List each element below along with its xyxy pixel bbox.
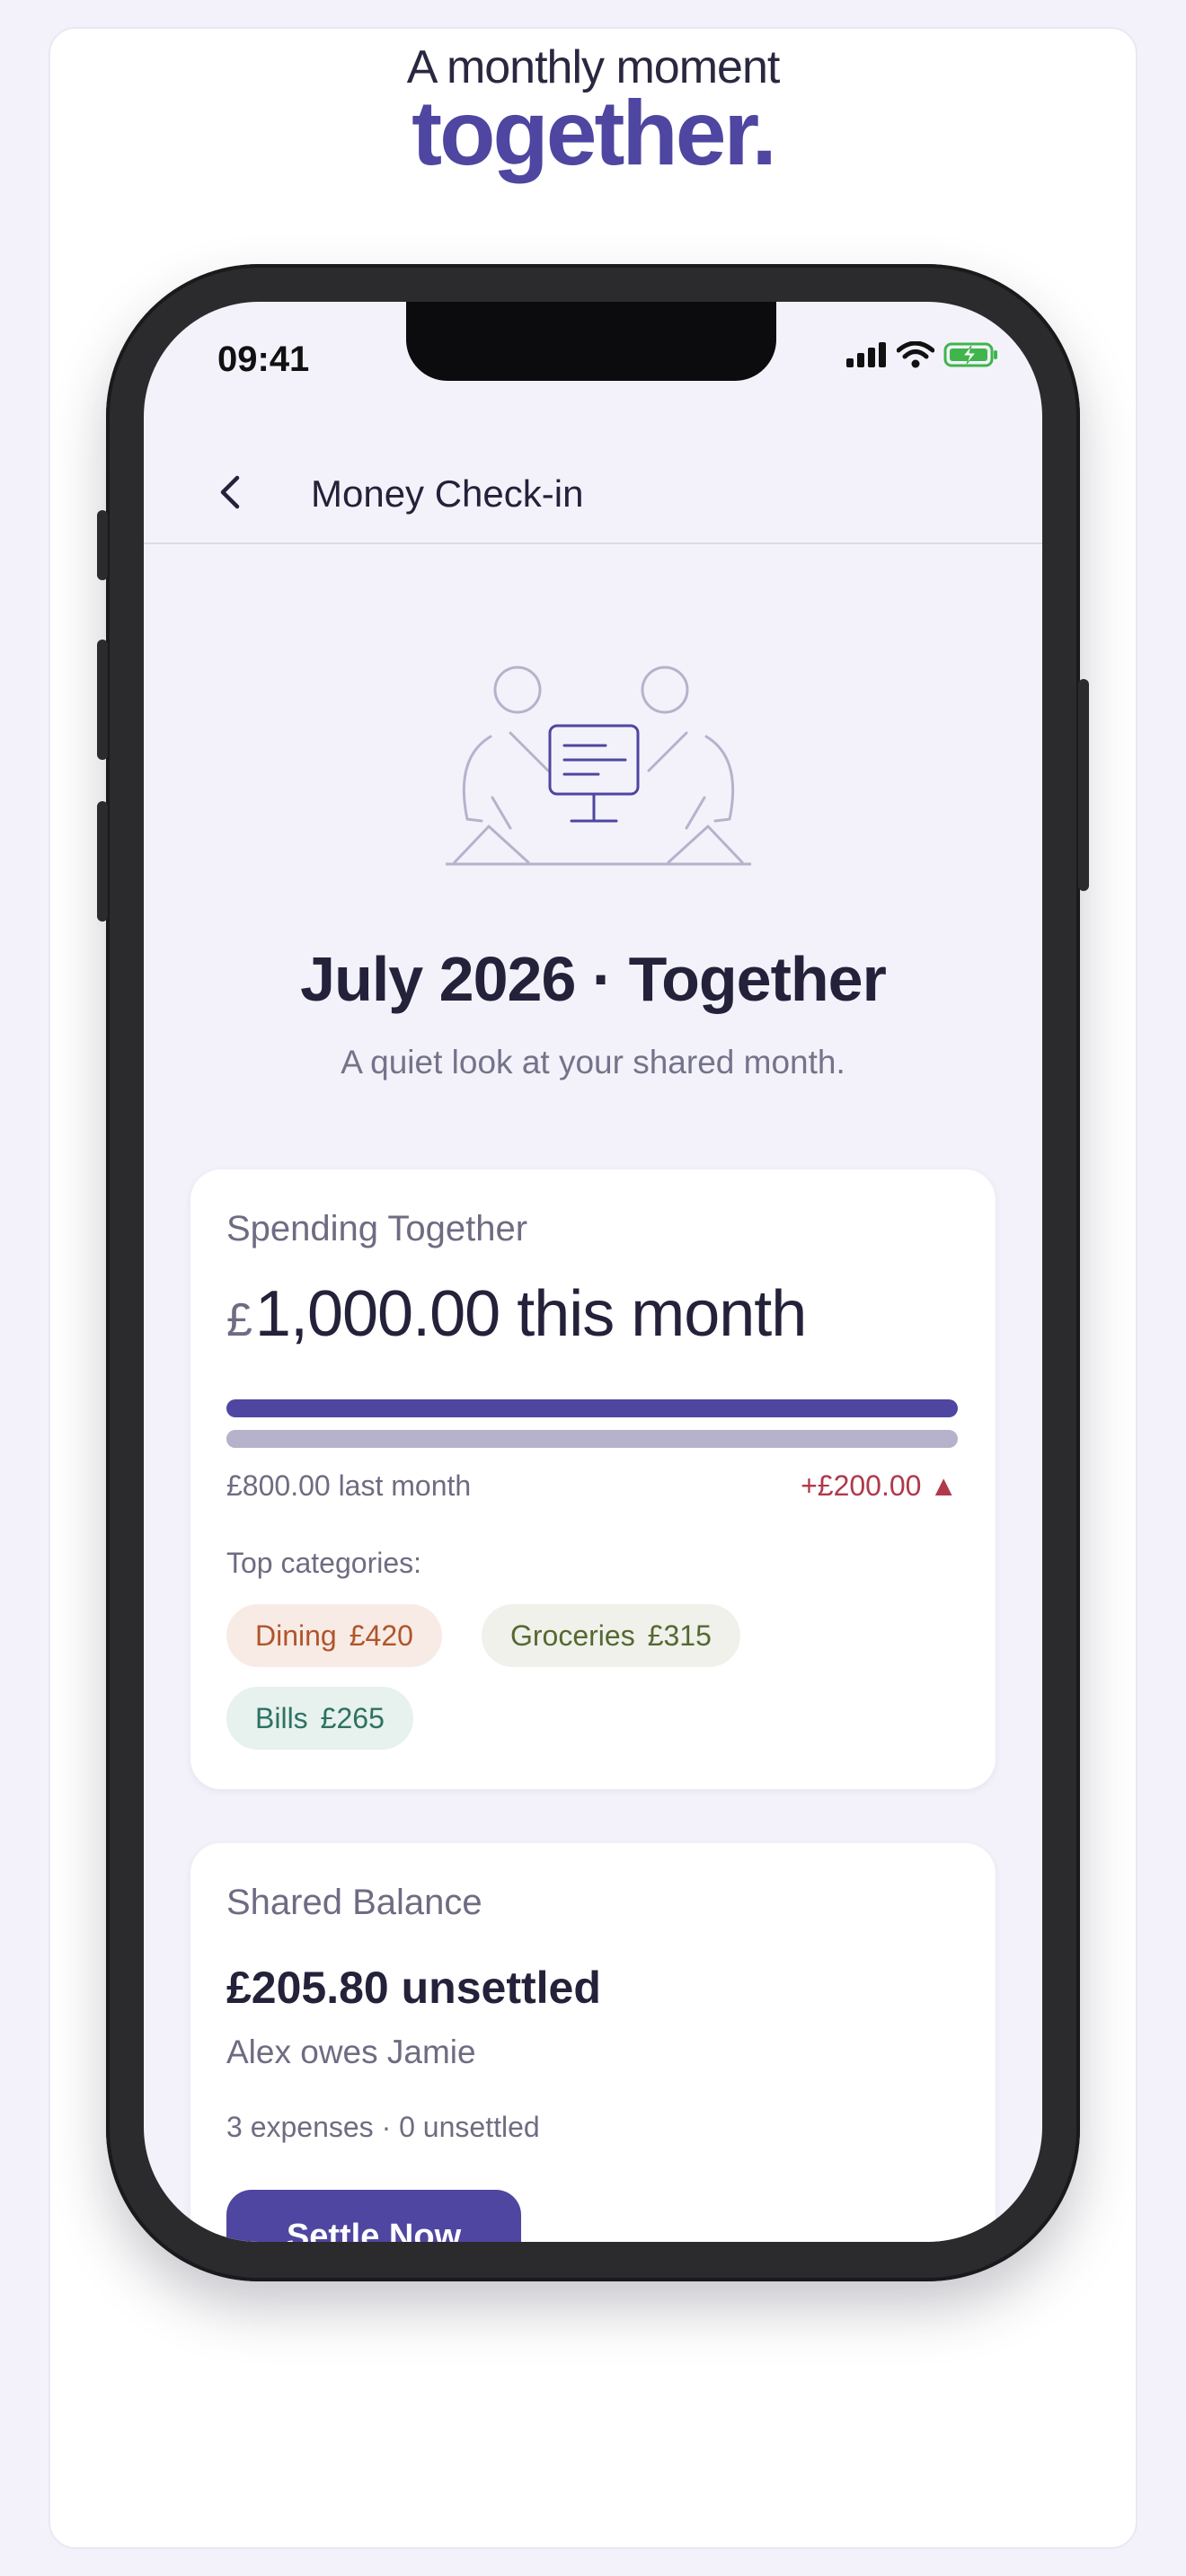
volume-down-button (97, 801, 108, 922)
page-subtitle: A quiet look at your shared month. (341, 1044, 845, 1081)
spending-amount: £1,000.00 this month (226, 1277, 807, 1351)
category-chip-dining[interactable]: Dining £420 (226, 1604, 442, 1667)
last-month-bar (226, 1430, 812, 1448)
category-name: Bills (255, 1701, 308, 1734)
currency-symbol: £ (226, 1294, 252, 1346)
balance-amount: £205.80 unsettled (226, 1963, 601, 2013)
headline-line-2: together. (412, 82, 777, 184)
promo-headline: A monthly moment together. (0, 40, 1186, 180)
category-name: Groceries (510, 1619, 635, 1652)
delta-badge: +£200.00 ▲ (801, 1469, 958, 1502)
category-amount: £265 (320, 1701, 385, 1734)
balance-label: Shared Balance (226, 1883, 482, 1922)
notch (406, 302, 776, 381)
category-amount: £315 (647, 1619, 712, 1652)
status-icons (846, 341, 999, 368)
page-title: July 2026 · Together (300, 944, 887, 1014)
balance-card: Shared Balance £205.80 unsettled Alex ow… (190, 1843, 996, 2242)
top-categories-label: Top categories: (226, 1547, 422, 1579)
balance-who-owes: Alex owes Jamie (226, 2033, 476, 2070)
phone-screen: 09:41 Money Check-in July 2026 · Togethe… (144, 302, 1042, 2242)
chevron-left-icon[interactable] (212, 472, 248, 512)
category-amount: £420 (349, 1619, 413, 1652)
balance-meta: 3 expenses · 0 unsettled (226, 2111, 540, 2143)
status-time: 09:41 (217, 340, 310, 379)
category-chip-bills[interactable]: Bills £265 (226, 1687, 413, 1750)
spending-amount-text: 1,000.00 this month (254, 1278, 807, 1350)
battery-charging-icon (943, 342, 997, 367)
wifi-icon (897, 341, 934, 368)
spending-label: Spending Together (226, 1209, 528, 1248)
this-month-bar (226, 1399, 958, 1417)
mute-switch (97, 510, 108, 580)
category-name: Dining (255, 1619, 337, 1652)
couple-at-computer-illustration (446, 666, 751, 866)
category-chip-groceries[interactable]: Groceries £315 (482, 1604, 740, 1667)
nav-title: Money Check-in (311, 472, 584, 515)
signal-icon (846, 342, 886, 367)
nav-bar: Money Check-in (144, 437, 1042, 544)
last-month-text: £800.00 last month (226, 1469, 472, 1502)
spending-card: Spending Together £1,000.00 this month £… (190, 1169, 996, 1789)
settle-now-button[interactable]: Settle Now (226, 2190, 521, 2242)
this-month-bar-track (226, 1399, 958, 1417)
volume-up-button (97, 640, 108, 760)
power-button (1078, 679, 1089, 891)
last-month-bar-track (226, 1430, 958, 1448)
